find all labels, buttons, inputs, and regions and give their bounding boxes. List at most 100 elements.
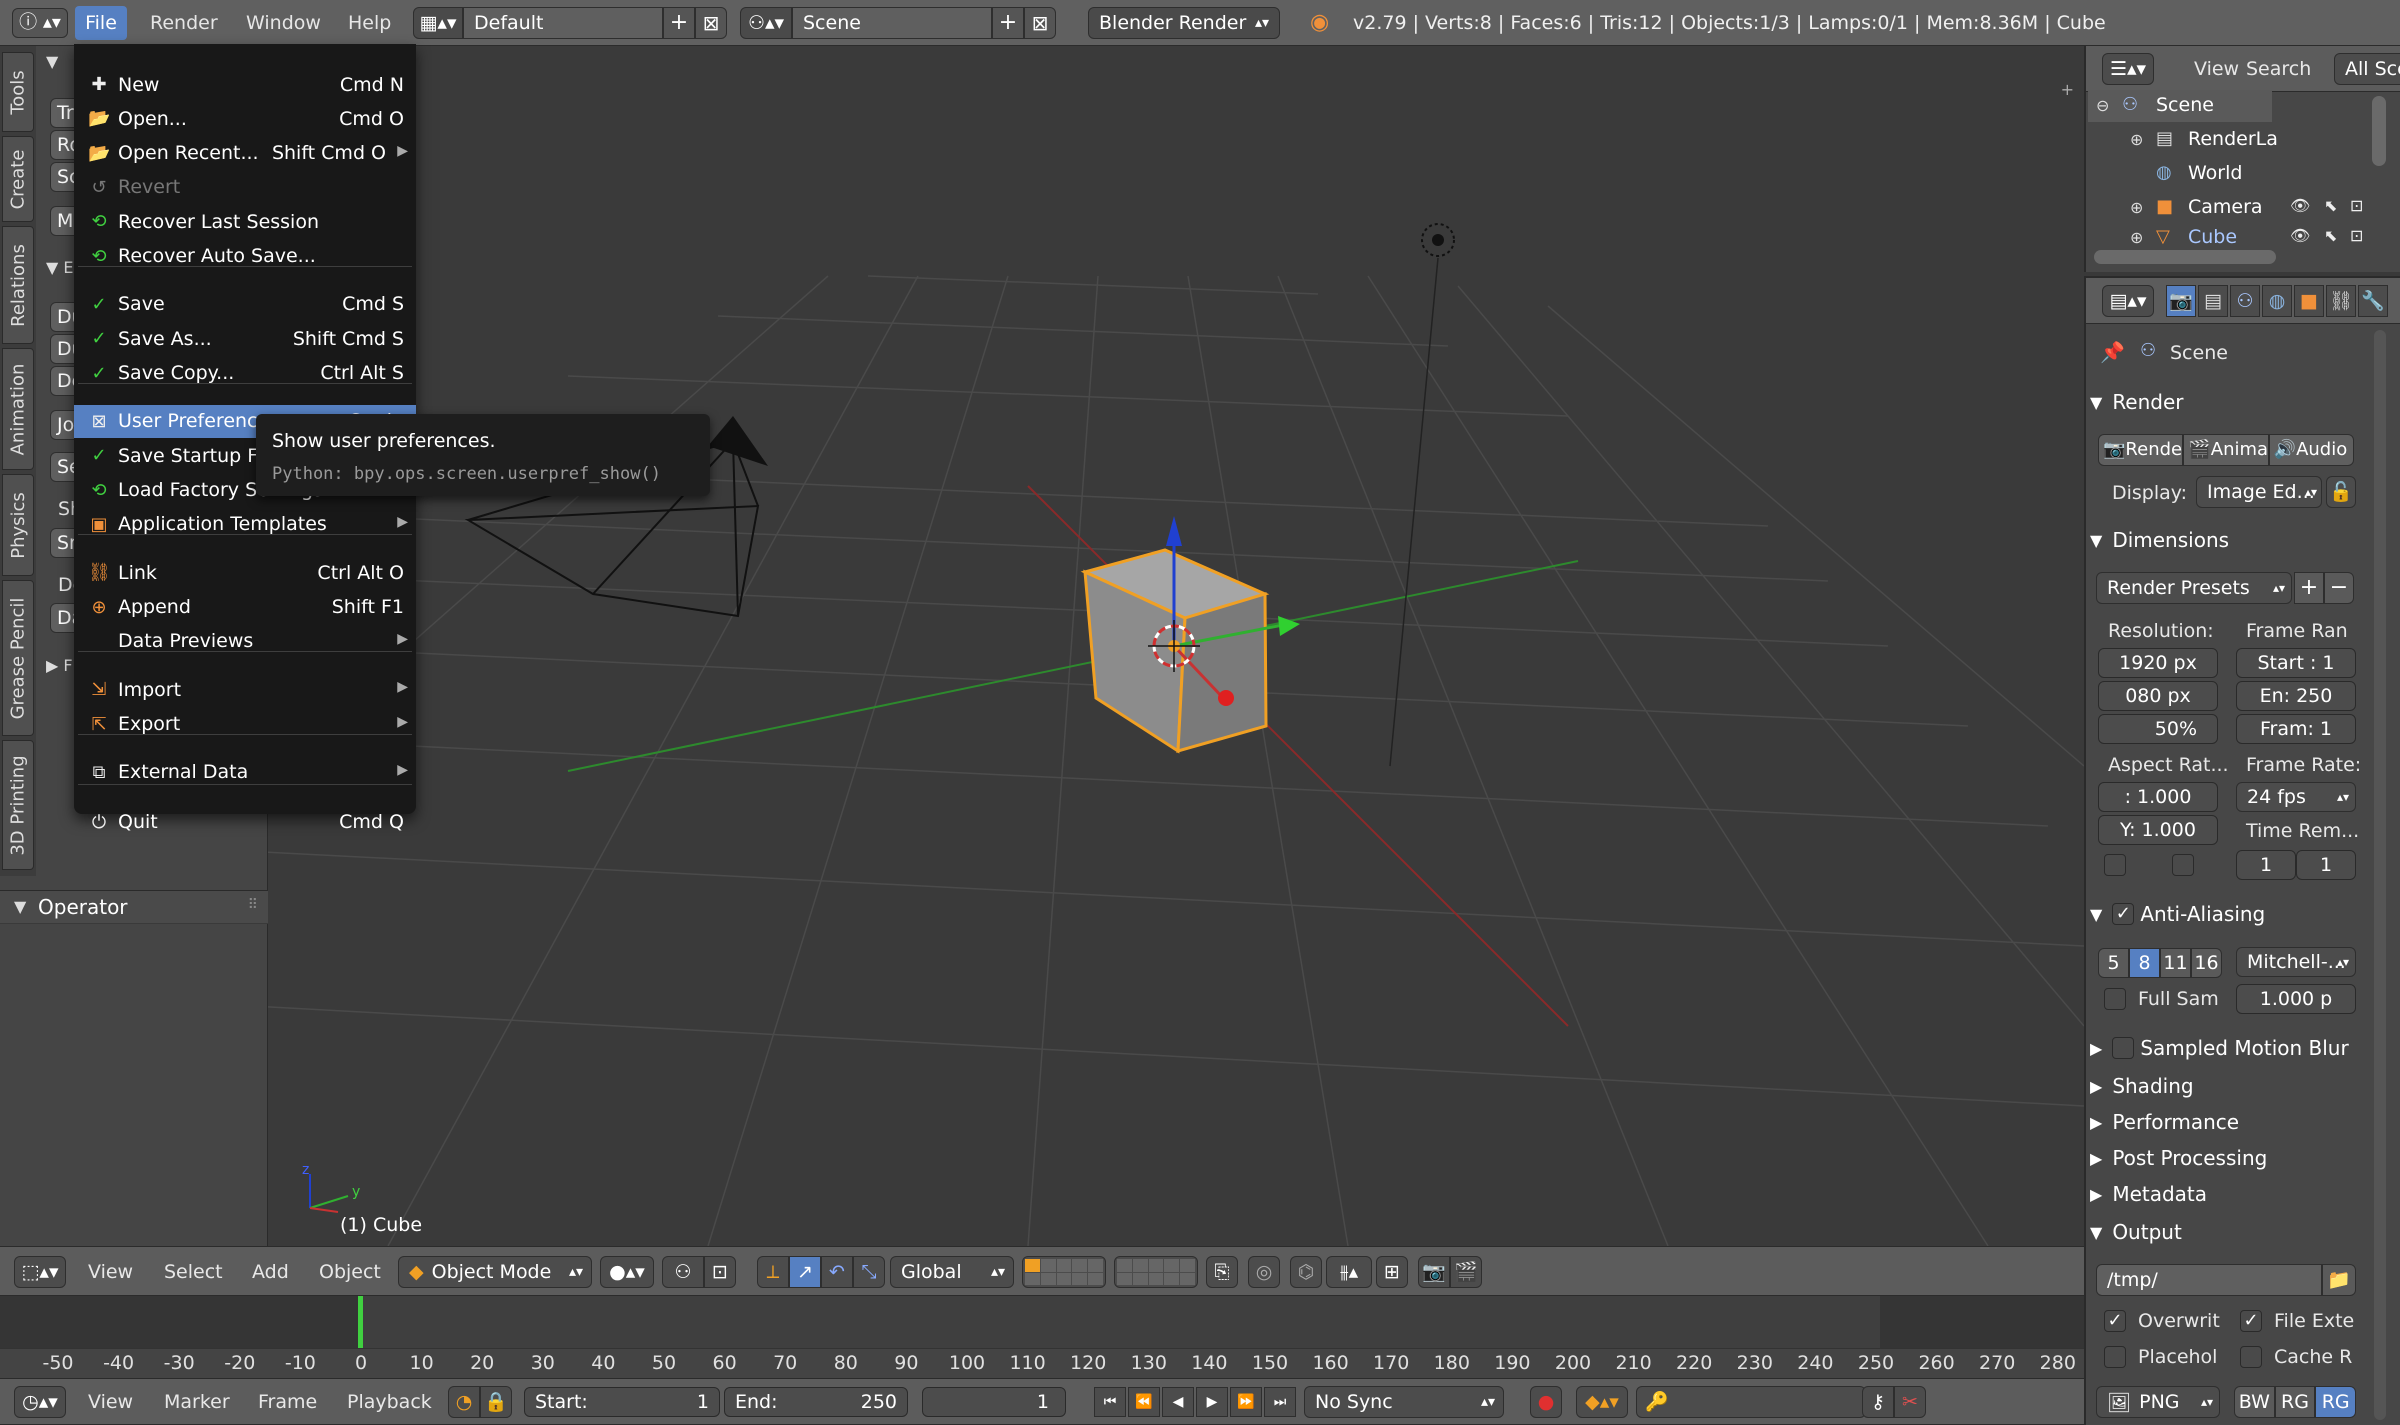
jump-start-icon[interactable]: ⏮ bbox=[1094, 1387, 1126, 1417]
file-menu-item-open-recent[interactable]: 📂 Open Recent... Shift Cmd O ▶ bbox=[74, 137, 416, 170]
border-checkbox[interactable] bbox=[2104, 854, 2126, 876]
properties-editor-type-button[interactable]: ▤▴▾ bbox=[2102, 285, 2154, 317]
aspect-y-field[interactable]: Y: 1.000 bbox=[2098, 815, 2218, 845]
preview-range-icon[interactable]: ◔ bbox=[448, 1386, 480, 1418]
render-still-button[interactable]: 📷Rende bbox=[2098, 434, 2184, 466]
outliner-editor-type-button[interactable]: ☰▴▾ bbox=[2102, 53, 2154, 85]
tab-tools[interactable]: Tools bbox=[2, 52, 34, 132]
outliner-vscrollbar[interactable] bbox=[2372, 96, 2386, 166]
jump-end-icon[interactable]: ⏭ bbox=[1264, 1387, 1296, 1417]
lock-range-icon[interactable]: 🔒 bbox=[480, 1386, 512, 1418]
file-menu-item-append[interactable]: ⊕ Append Shift F1 bbox=[74, 591, 416, 624]
keying-set-field[interactable]: 🔑 bbox=[1636, 1386, 1866, 1418]
file-menu-item-recover-auto-save[interactable]: ⟲ Recover Auto Save... bbox=[74, 240, 416, 273]
frame-rate-dropdown[interactable]: 24 fps ▴▾ bbox=[2236, 782, 2356, 812]
editor-type-button[interactable]: ⬚▴▾ bbox=[14, 1256, 66, 1288]
snap-toggle-icon[interactable]: ⌬ bbox=[1290, 1256, 1322, 1288]
play-reverse-icon[interactable]: ◀ bbox=[1162, 1387, 1194, 1417]
world-tab-icon[interactable]: ◍ bbox=[2262, 285, 2292, 317]
color-mode-rgb[interactable]: RG bbox=[2274, 1386, 2316, 1418]
render-camera-icon[interactable]: ⊡ bbox=[2350, 196, 2363, 215]
render-animation-button[interactable]: 🎬Anima bbox=[2183, 434, 2269, 466]
render-camera-icon[interactable]: ⊡ bbox=[2350, 226, 2363, 245]
tab-grease-pencil[interactable]: Grease Pencil bbox=[2, 580, 34, 736]
placeholders-checkbox[interactable] bbox=[2104, 1346, 2126, 1368]
layers-grid-2[interactable] bbox=[1114, 1256, 1198, 1288]
eye-icon[interactable]: 👁 bbox=[2290, 226, 2310, 245]
file-format-dropdown[interactable]: 🖼 PNG ▴▾ bbox=[2096, 1386, 2220, 1418]
drag-handle-icon[interactable]: ⠿ bbox=[248, 897, 258, 913]
delete-layout-button[interactable]: ⊠ bbox=[695, 7, 727, 39]
current-frame-field[interactable]: 1 bbox=[922, 1387, 1066, 1417]
lock-interface-icon[interactable]: 🔓 bbox=[2326, 476, 2356, 508]
add-scene-button[interactable]: + bbox=[992, 7, 1024, 39]
delete-keyframe-icon[interactable]: ✂ bbox=[1894, 1386, 1926, 1418]
viewport-corner-plus-icon[interactable]: + bbox=[2061, 80, 2074, 99]
filter-size-field[interactable]: 1.000 p bbox=[2236, 984, 2356, 1014]
color-mode-bw[interactable]: BW bbox=[2234, 1386, 2275, 1418]
browse-folder-icon[interactable]: 📁 bbox=[2322, 1264, 2356, 1296]
menu-help[interactable]: Help bbox=[348, 12, 391, 34]
expand-toggle-icon[interactable]: ⊕ bbox=[2130, 130, 2143, 149]
timeline-menu-marker[interactable]: Marker bbox=[164, 1391, 230, 1413]
layout-name-field[interactable]: Default bbox=[463, 7, 663, 39]
output-panel-header[interactable]: ▼ Output bbox=[2090, 1216, 2360, 1248]
tab-create[interactable]: Create bbox=[2, 136, 34, 222]
anti-aliasing-checkbox[interactable]: ✓ bbox=[2112, 903, 2135, 925]
cursor-select-icon[interactable]: ⬉ bbox=[2324, 196, 2337, 215]
shading-panel-header[interactable]: ▶ Shading bbox=[2090, 1070, 2360, 1102]
file-menu-item-open[interactable]: 📂 Open... Cmd O bbox=[74, 102, 416, 135]
lock-layers-icon[interactable]: ⎘ bbox=[1206, 1256, 1238, 1288]
crop-checkbox[interactable] bbox=[2172, 854, 2194, 876]
aa-samples-16[interactable]: 16 bbox=[2191, 948, 2222, 978]
display-mode-dropdown[interactable]: Image Ed... ▴▾ bbox=[2196, 476, 2322, 508]
metadata-panel-header[interactable]: ▶ Metadata bbox=[2090, 1178, 2360, 1210]
toolshelf-panel-arrow-icon[interactable]: ▼ bbox=[46, 52, 58, 71]
dimensions-panel-header[interactable]: ▼ Dimensions bbox=[2090, 524, 2360, 556]
modifiers-tab-icon[interactable]: 🔧 bbox=[2358, 285, 2388, 317]
outliner-row-renderlayers[interactable]: ⊕ ▤ RenderLa bbox=[2088, 124, 2378, 156]
cache-result-checkbox[interactable] bbox=[2240, 1346, 2262, 1368]
outliner-menu-search[interactable]: Search bbox=[2246, 58, 2311, 80]
menu-file[interactable]: File bbox=[75, 6, 127, 40]
frame-step-field[interactable]: Fram: 1 bbox=[2236, 714, 2356, 744]
opengl-render-icon[interactable]: 📷 bbox=[1418, 1256, 1450, 1288]
play-icon[interactable]: ▶ bbox=[1196, 1387, 1228, 1417]
current-frame-indicator[interactable] bbox=[358, 1296, 363, 1352]
outliner-menu-view[interactable]: View bbox=[2194, 58, 2239, 80]
view3d-menu-add[interactable]: Add bbox=[252, 1261, 289, 1283]
layers-grid-1[interactable] bbox=[1022, 1256, 1106, 1288]
file-menu-item-link[interactable]: ⛓ Link Ctrl Alt O bbox=[74, 556, 416, 589]
operator-panel-header[interactable]: ▼ Operator ⠿ bbox=[0, 890, 268, 924]
viewport-3d[interactable]: z y (1) Cube + bbox=[268, 46, 2084, 1246]
scene-name-field[interactable]: Scene bbox=[792, 7, 992, 39]
time-remap-old-field[interactable]: 1 bbox=[2236, 850, 2296, 880]
frame-end-prop-field[interactable]: En: 250 bbox=[2236, 681, 2356, 711]
tab-3d-printing[interactable]: 3D Printing bbox=[2, 740, 34, 870]
info-editor-type-button[interactable]: ⓘ ▴▾ bbox=[12, 8, 68, 38]
timeline-editor-type-button[interactable]: ◷▴▾ bbox=[14, 1386, 66, 1418]
render-engine-dropdown[interactable]: Blender Render ▴▾ bbox=[1088, 7, 1280, 39]
render-layers-tab-icon[interactable]: ▤ bbox=[2198, 285, 2228, 317]
render-panel-header[interactable]: ▼ Render bbox=[2090, 386, 2360, 418]
transform-orientation-dropdown[interactable]: Global ▴▾ bbox=[890, 1256, 1014, 1288]
timeline-menu-frame[interactable]: Frame bbox=[258, 1391, 317, 1413]
color-mode-rgba[interactable]: RG bbox=[2315, 1386, 2357, 1418]
view3d-menu-object[interactable]: Object bbox=[319, 1261, 381, 1283]
file-menu-item-new[interactable]: ✚ New Cmd N bbox=[74, 68, 416, 101]
aa-samples-5[interactable]: 5 bbox=[2098, 948, 2129, 978]
frame-start-field[interactable]: Start: 1 bbox=[524, 1387, 720, 1417]
file-menu-item-revert[interactable]: ↺ Revert bbox=[74, 171, 416, 204]
resolution-x-field[interactable]: 1920 px bbox=[2098, 648, 2218, 678]
pivot-point-dropdown[interactable]: ⚇ bbox=[662, 1256, 704, 1288]
remove-preset-button[interactable]: − bbox=[2324, 572, 2354, 604]
file-menu-item-recover-last-session[interactable]: ⟲ Recover Last Session bbox=[74, 205, 416, 238]
view3d-menu-view[interactable]: View bbox=[88, 1261, 133, 1283]
rotate-manipulator-button[interactable]: ↶ bbox=[821, 1256, 853, 1288]
motion-blur-checkbox[interactable] bbox=[2112, 1037, 2135, 1059]
outliner-row-cube[interactable]: ⊕ ▽ Cube 👁 ⬉ ⊡ bbox=[2088, 226, 2378, 252]
frame-start-prop-field[interactable]: Start : 1 bbox=[2236, 648, 2356, 678]
tab-relations[interactable]: Relations bbox=[2, 226, 34, 344]
scene-selector-icon[interactable]: ⚇▴▾ bbox=[740, 7, 792, 39]
properties-scrollbar[interactable] bbox=[2374, 330, 2386, 1420]
